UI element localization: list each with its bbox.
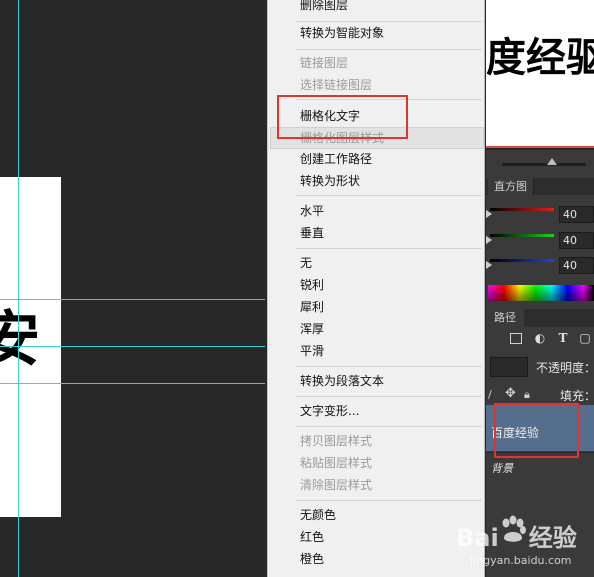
menu-item-convert-smart-object[interactable]: 转换为智能对象 bbox=[300, 22, 384, 44]
red-slider[interactable] bbox=[490, 208, 554, 211]
menu-item-link-layers[interactable]: 链接图层 bbox=[300, 52, 348, 74]
annotation-box-rasterize bbox=[277, 95, 408, 139]
move-lock-icon[interactable]: ✥ bbox=[505, 386, 516, 401]
menu-item-aa-crisp[interactable]: 犀利 bbox=[300, 296, 324, 318]
context-menu: 删除图层 转换为智能对象 链接图层 选择链接图层 栅格化文字 栅格化图层样式 创… bbox=[267, 0, 485, 577]
guide-line-horizontal-3[interactable] bbox=[0, 383, 265, 384]
menu-item-red[interactable]: 红色 bbox=[300, 526, 324, 548]
menu-separator bbox=[296, 426, 482, 427]
blue-slider[interactable] bbox=[490, 259, 554, 262]
canvas-title-text: 度经驱 bbox=[486, 34, 594, 81]
image-icon[interactable] bbox=[510, 333, 522, 344]
blue-slider-knob[interactable] bbox=[486, 261, 492, 269]
background-layer-name[interactable]: 背景 bbox=[491, 460, 513, 476]
lock-icon[interactable]: 🔒︎ bbox=[524, 388, 530, 402]
menu-separator bbox=[296, 500, 482, 501]
menu-item-vertical[interactable]: 垂直 bbox=[300, 222, 324, 244]
menu-item-aa-smooth[interactable]: 平滑 bbox=[300, 340, 324, 362]
fill-label: 填充： bbox=[560, 389, 594, 403]
menu-item-paste-layer-style[interactable]: 粘贴图层样式 bbox=[300, 452, 372, 474]
blue-value-field[interactable]: 40 bbox=[559, 257, 594, 274]
navigator-zoom-slider[interactable] bbox=[502, 163, 586, 166]
menu-item-no-color[interactable]: 无颜色 bbox=[300, 504, 336, 526]
blend-mode-select[interactable] bbox=[490, 357, 528, 377]
green-slider-knob[interactable] bbox=[486, 236, 492, 244]
menu-item-aa-strong[interactable]: 浑厚 bbox=[300, 318, 324, 340]
menu-separator bbox=[296, 366, 482, 367]
color-spectrum-shade bbox=[488, 285, 594, 301]
canvas-text-glyph: 安 bbox=[0, 305, 40, 375]
green-slider[interactable] bbox=[490, 234, 554, 237]
menu-separator bbox=[296, 396, 482, 397]
annotation-box-layer bbox=[494, 403, 579, 458]
menu-item-convert-to-shape[interactable]: 转换为形状 bbox=[300, 170, 360, 192]
menu-item-orange[interactable]: 橙色 bbox=[300, 548, 324, 570]
watermark-brand-right: 经验 bbox=[528, 524, 577, 552]
guide-line-horizontal-2[interactable] bbox=[0, 346, 265, 347]
document-canvas-right[interactable]: 度经驱 bbox=[486, 0, 594, 148]
menu-separator bbox=[296, 195, 482, 196]
circle-half-icon[interactable]: ◐ bbox=[533, 331, 547, 345]
baidu-watermark: Bai 经验 jingyan.baidu.com bbox=[456, 512, 594, 572]
text-tool-icon[interactable]: T bbox=[556, 331, 570, 345]
zoom-slider-knob[interactable] bbox=[547, 158, 557, 165]
guide-line-vertical[interactable] bbox=[18, 0, 19, 577]
lock-pixels-icon[interactable]: / bbox=[488, 388, 492, 401]
menu-separator bbox=[296, 248, 482, 249]
guide-line-horizontal-1[interactable] bbox=[0, 299, 265, 300]
menu-item-aa-none[interactable]: 无 bbox=[300, 252, 312, 274]
menu-item-select-linked-layers[interactable]: 选择链接图层 bbox=[300, 74, 372, 96]
tab-histogram[interactable]: 直方图 bbox=[488, 178, 534, 195]
menu-item-delete-layer[interactable]: 删除图层 bbox=[300, 0, 348, 16]
watermark-url: jingyan.baidu.com bbox=[470, 554, 572, 567]
menu-separator bbox=[296, 49, 482, 50]
menu-item-aa-sharp[interactable]: 锐利 bbox=[300, 274, 324, 296]
menu-item-create-work-path[interactable]: 创建工作路径 bbox=[300, 148, 372, 170]
menu-item-horizontal[interactable]: 水平 bbox=[300, 200, 324, 222]
baidu-paw-logo bbox=[502, 515, 526, 542]
tab-paths[interactable]: 路径 bbox=[486, 309, 524, 327]
red-value-field[interactable]: 40 bbox=[559, 206, 594, 223]
menu-item-convert-paragraph-text[interactable]: 转换为段落文本 bbox=[300, 370, 384, 392]
green-value-field[interactable]: 40 bbox=[559, 232, 594, 249]
opacity-label: 不透明度： bbox=[536, 361, 594, 375]
menu-item-copy-layer-style[interactable]: 拷贝图层样式 bbox=[300, 430, 372, 452]
watermark-brand-left: Bai bbox=[456, 524, 499, 552]
photoshop-workspace: 安 度经驱 直方图 40 40 40 路径 ◐ T ▢ 不透明度： / ✥ 🔒︎… bbox=[0, 0, 594, 577]
red-slider-knob[interactable] bbox=[486, 210, 492, 218]
menu-item-warp-text[interactable]: 文字变形... bbox=[300, 400, 359, 422]
menu-item-clear-layer-style[interactable]: 清除图层样式 bbox=[300, 474, 372, 496]
shape-icon[interactable]: ▢ bbox=[578, 331, 592, 345]
